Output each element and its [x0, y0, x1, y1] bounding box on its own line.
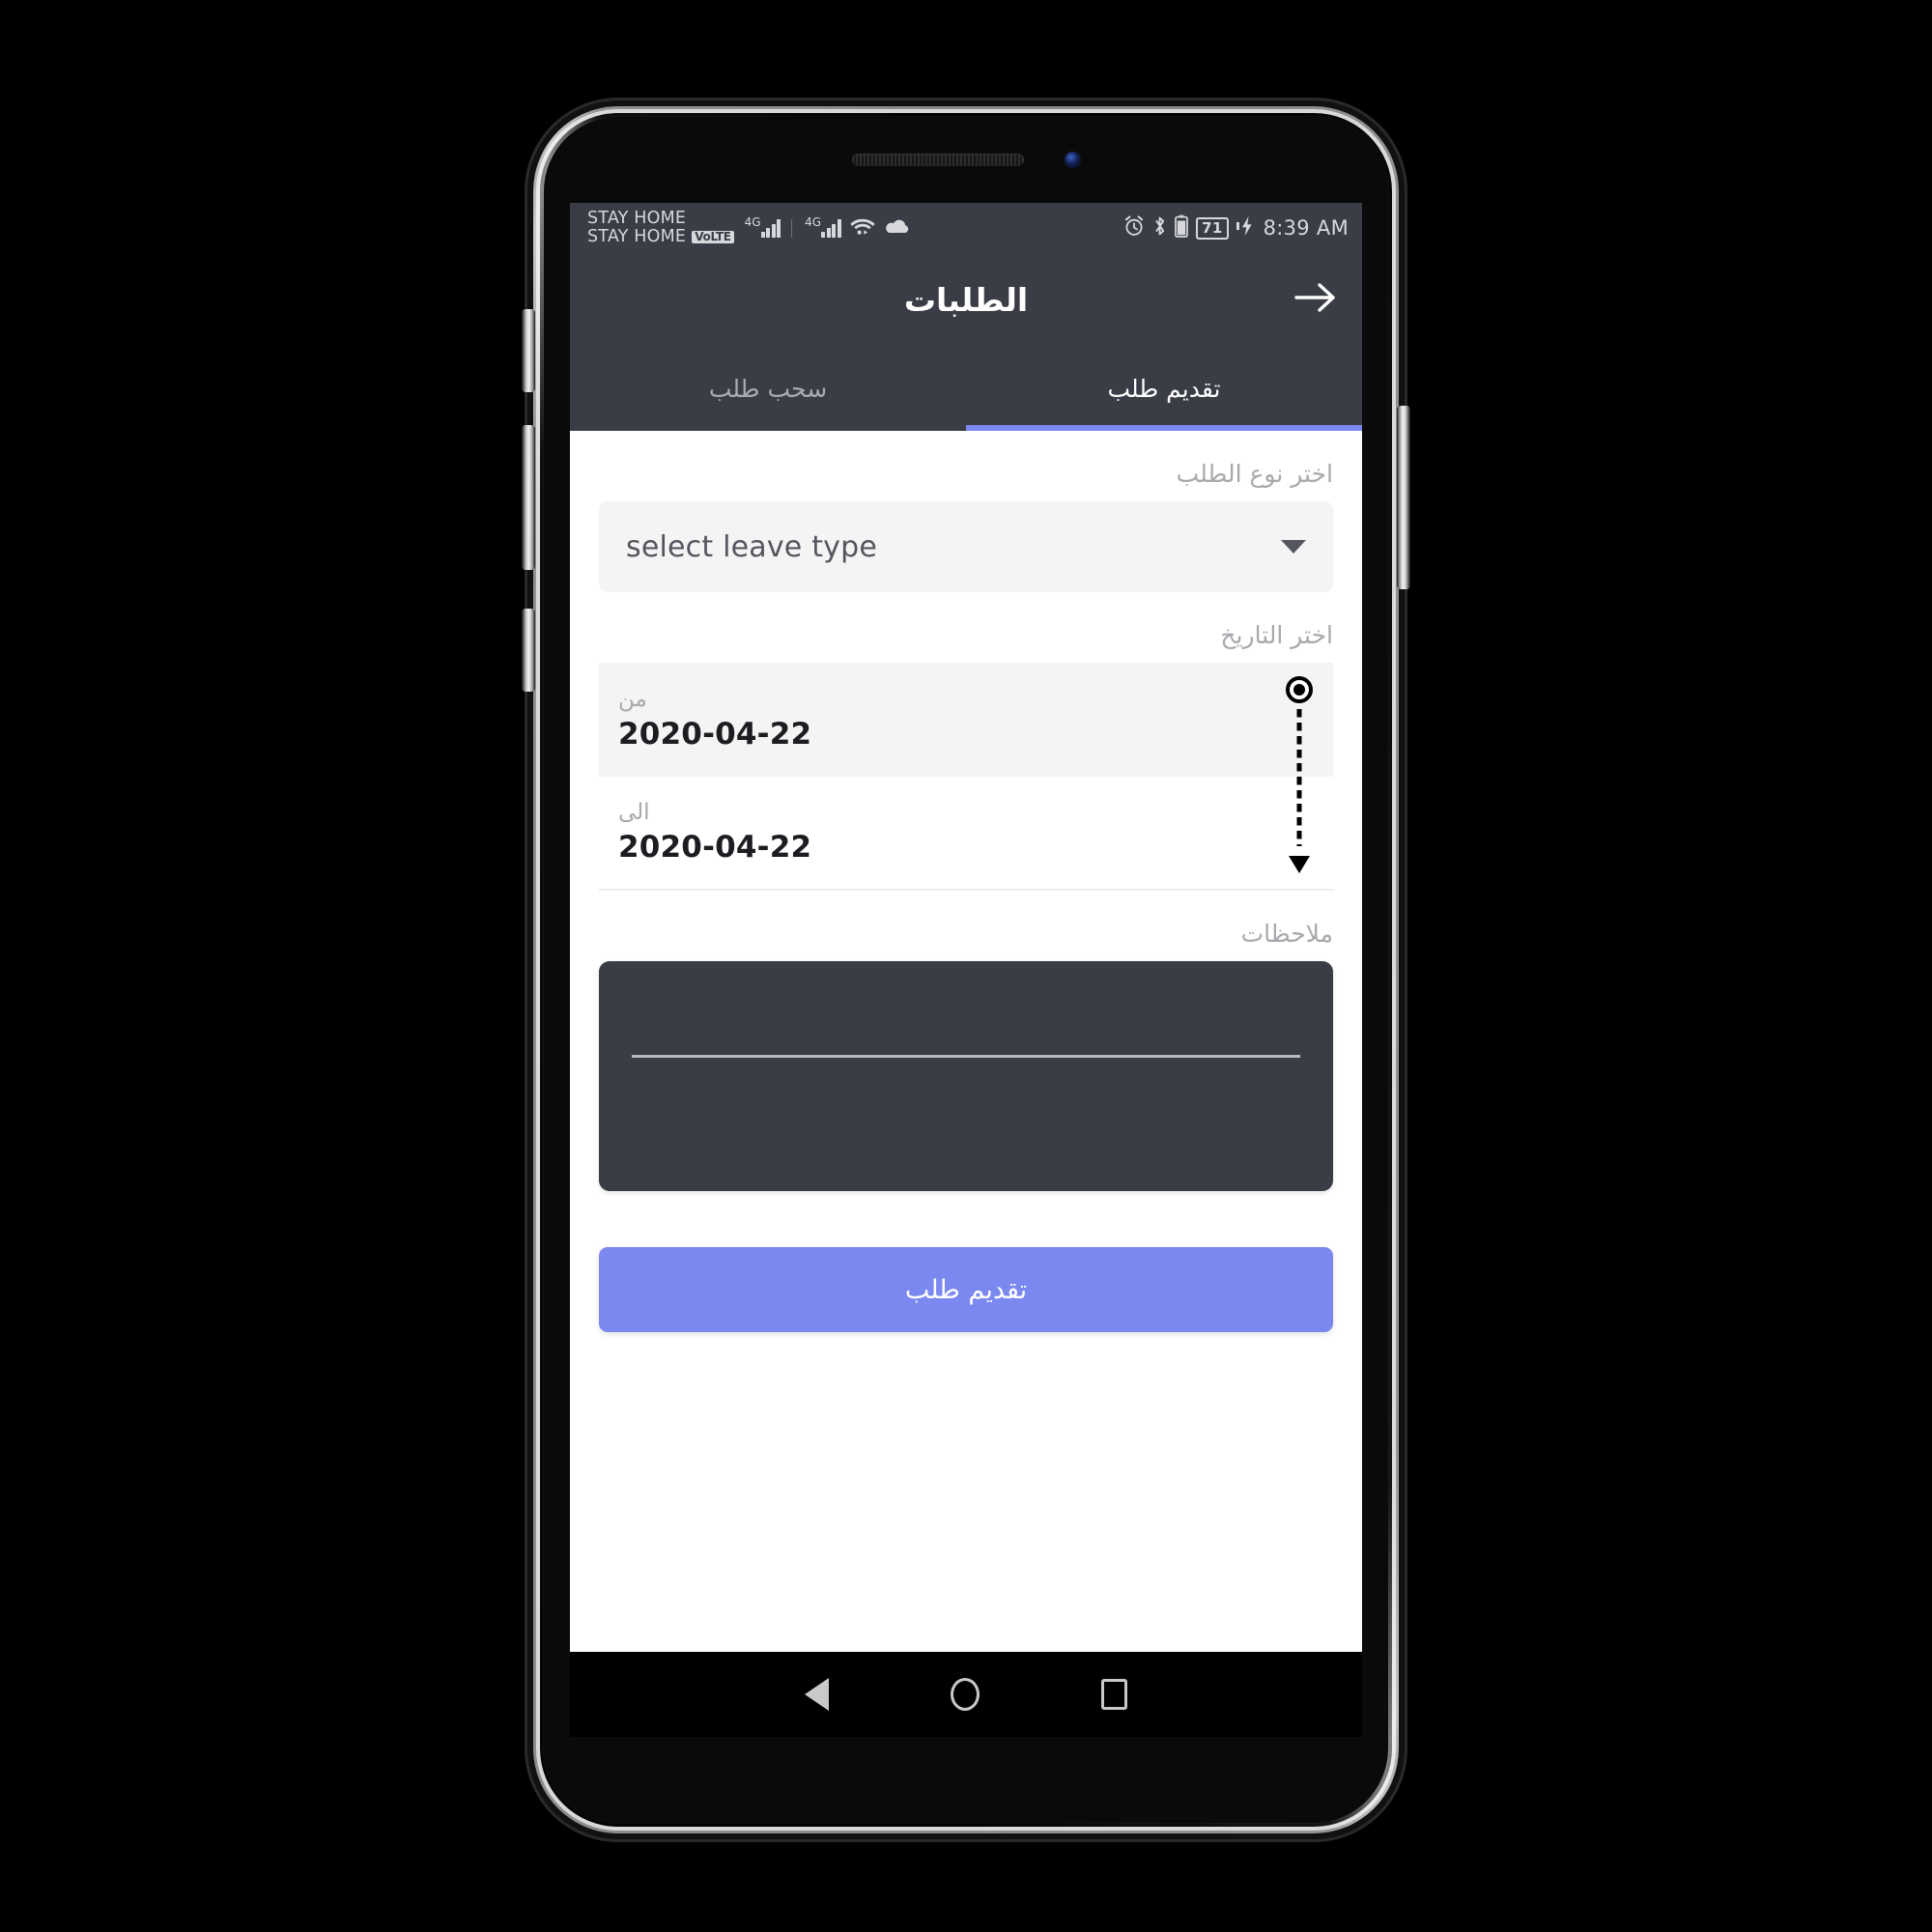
date-label: اختر التاريخ	[1220, 621, 1333, 649]
square-recents-icon[interactable]	[1101, 1679, 1127, 1710]
carrier-label-sim2-row: STAY HOME VoLTE	[587, 228, 734, 246]
date-to-value: 2020-04-22	[618, 829, 812, 865]
network-type-label-sim2: 4G	[805, 215, 821, 229]
chevron-down-icon	[1281, 540, 1306, 554]
leave-type-dropdown[interactable]: select leave type	[599, 501, 1333, 592]
cloud-icon	[884, 217, 911, 240]
tab-submit-request[interactable]: تقديم طلب	[966, 346, 1362, 431]
date-to-row[interactable]: الى 2020-04-22	[599, 777, 1333, 891]
form-content: اختر نوع الطلب select leave type اختر ال…	[570, 431, 1362, 1652]
date-range-group: من 2020-04-22 الى 2020-04-22	[599, 663, 1333, 891]
power-button[interactable]	[1397, 406, 1410, 589]
leave-type-label: اختر نوع الطلب	[1176, 460, 1333, 488]
notes-underline	[632, 1055, 1300, 1058]
earpiece-speaker-icon	[851, 153, 1024, 166]
assistant-button[interactable]	[522, 609, 535, 692]
app-bar: الطلبات	[570, 253, 1362, 346]
volte-badge: VoLTE	[692, 231, 734, 243]
arrow-right-icon	[1294, 281, 1337, 318]
status-bar-right: 71 8:39 AM	[1123, 214, 1349, 242]
alarm-icon	[1123, 214, 1145, 242]
date-from-value: 2020-04-22	[618, 716, 812, 752]
carrier-label-sim2: STAY HOME	[587, 227, 687, 246]
battery-icon	[1175, 214, 1188, 242]
page-title: الطلبات	[903, 280, 1029, 319]
circle-home-icon[interactable]	[951, 1678, 980, 1711]
submit-request-button[interactable]: تقديم طلب	[599, 1247, 1333, 1332]
date-from-caption: من	[618, 687, 647, 713]
phone-screen: STAY HOME STAY HOME VoLTE 4G 4G 71 8:39 …	[570, 203, 1362, 1652]
status-bar-left: STAY HOME STAY HOME VoLTE 4G 4G	[587, 210, 911, 245]
volume-down-button[interactable]	[522, 425, 535, 570]
volume-up-button[interactable]	[522, 309, 535, 392]
status-bar: STAY HOME STAY HOME VoLTE 4G 4G 71 8:39 …	[570, 203, 1362, 253]
carrier-labels: STAY HOME STAY HOME VoLTE	[587, 210, 734, 245]
phone-top-hardware	[543, 116, 1389, 203]
network-type-label-sim1: 4G	[744, 215, 761, 229]
wifi-icon	[849, 216, 875, 241]
signal-sim2: 4G	[803, 215, 841, 238]
front-camera-icon	[1064, 151, 1081, 168]
signal-bars-icon-sim1	[760, 218, 781, 238]
phone-device-frame: STAY HOME STAY HOME VoLTE 4G 4G 71 8:39 …	[522, 106, 1410, 1833]
carrier-label-sim1: STAY HOME	[587, 209, 687, 229]
signal-sim1: 4G	[743, 215, 781, 238]
charging-bolt-icon	[1236, 215, 1256, 242]
android-navigation-bar	[570, 1652, 1362, 1737]
signal-divider	[791, 218, 793, 238]
signal-bars-icon-sim2	[821, 218, 841, 238]
back-button[interactable]	[1289, 272, 1343, 327]
leave-type-value: select leave type	[626, 529, 878, 564]
notes-input[interactable]	[599, 961, 1333, 1191]
tab-withdraw-request[interactable]: سحب طلب	[570, 346, 966, 431]
date-from-row[interactable]: من 2020-04-22	[599, 663, 1333, 777]
triangle-back-icon[interactable]	[805, 1678, 829, 1711]
notes-label: ملاحظات	[1240, 920, 1333, 948]
tab-bar: تقديم طلب سحب طلب	[570, 346, 1362, 431]
status-bar-clock: 8:39 AM	[1263, 216, 1349, 240]
bluetooth-icon	[1152, 215, 1167, 242]
date-to-caption: الى	[618, 800, 650, 826]
battery-percent-badge: 71	[1196, 216, 1229, 240]
